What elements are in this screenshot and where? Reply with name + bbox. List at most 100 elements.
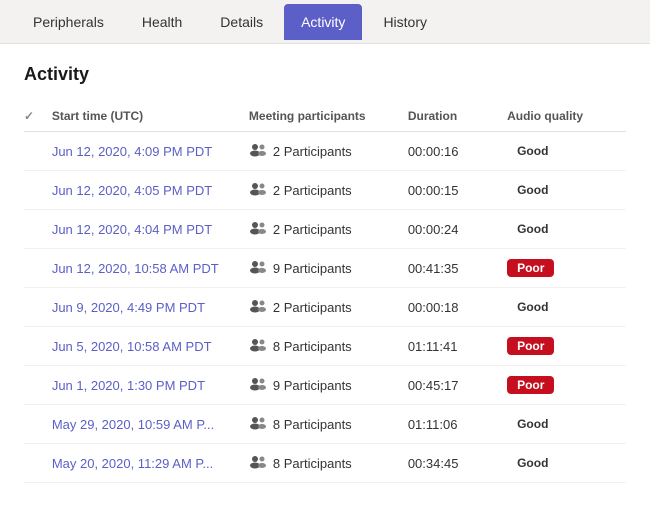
row-participants: 9 Participants (249, 366, 408, 405)
quality-badge: Good (507, 142, 558, 160)
start-time-link[interactable]: Jun 12, 2020, 4:04 PM PDT (52, 222, 212, 237)
participants-icon (249, 221, 267, 238)
table-row: Jun 1, 2020, 1:30 PM PDT 9 Participants 0… (24, 366, 626, 405)
row-duration: 00:45:17 (408, 366, 507, 405)
participants-icon (249, 377, 267, 394)
row-start-time: Jun 12, 2020, 4:05 PM PDT (52, 171, 249, 210)
start-time-link[interactable]: Jun 12, 2020, 4:09 PM PDT (52, 144, 212, 159)
row-check (24, 288, 52, 327)
table-row: Jun 5, 2020, 10:58 AM PDT 8 Participants… (24, 327, 626, 366)
row-start-time: Jun 9, 2020, 4:49 PM PDT (52, 288, 249, 327)
row-quality: Good (507, 132, 626, 171)
row-start-time: Jun 12, 2020, 4:09 PM PDT (52, 132, 249, 171)
table-row: May 20, 2020, 11:29 AM P... 8 Participan… (24, 444, 626, 483)
row-check (24, 132, 52, 171)
tab-details[interactable]: Details (203, 4, 280, 40)
row-participants: 2 Participants (249, 171, 408, 210)
row-participants: 2 Participants (249, 132, 408, 171)
participants-count: 2 Participants (273, 222, 352, 237)
tab-health[interactable]: Health (125, 4, 199, 40)
row-duration: 01:11:41 (408, 327, 507, 366)
row-duration: 00:34:45 (408, 444, 507, 483)
participants-icon (249, 416, 267, 433)
row-check (24, 327, 52, 366)
start-time-column-header: Start time (UTC) (52, 101, 249, 132)
row-duration: 00:41:35 (408, 249, 507, 288)
table-row: Jun 12, 2020, 4:04 PM PDT 2 Participants… (24, 210, 626, 249)
start-time-link[interactable]: Jun 1, 2020, 1:30 PM PDT (52, 378, 205, 393)
row-participants: 2 Participants (249, 288, 408, 327)
activity-table: ✓ Start time (UTC) Meeting participants … (24, 101, 626, 483)
table-row: Jun 12, 2020, 4:05 PM PDT 2 Participants… (24, 171, 626, 210)
start-time-link[interactable]: Jun 12, 2020, 10:58 AM PDT (52, 261, 219, 276)
participants-icon (249, 260, 267, 277)
check-column-header: ✓ (24, 101, 52, 132)
row-participants: 8 Participants (249, 444, 408, 483)
table-body: Jun 12, 2020, 4:09 PM PDT 2 Participants… (24, 132, 626, 483)
participants-count: 9 Participants (273, 261, 352, 276)
start-time-link[interactable]: May 20, 2020, 11:29 AM P... (52, 456, 213, 471)
page-title: Activity (24, 64, 626, 85)
row-start-time: Jun 12, 2020, 10:58 AM PDT (52, 249, 249, 288)
app-container: PeripheralsHealthDetailsActivityHistory … (0, 0, 650, 510)
row-quality: Good (507, 288, 626, 327)
row-check (24, 210, 52, 249)
row-check (24, 171, 52, 210)
row-quality: Poor (507, 327, 626, 366)
row-duration: 00:00:15 (408, 171, 507, 210)
row-check (24, 249, 52, 288)
participants-icon (249, 182, 267, 199)
participants-count: 8 Participants (273, 339, 352, 354)
tab-activity[interactable]: Activity (284, 4, 362, 40)
quality-badge: Good (507, 220, 558, 238)
participants-icon (249, 299, 267, 316)
table-header: ✓ Start time (UTC) Meeting participants … (24, 101, 626, 132)
row-quality: Good (507, 171, 626, 210)
row-start-time: Jun 5, 2020, 10:58 AM PDT (52, 327, 249, 366)
quality-badge: Poor (507, 337, 554, 355)
quality-badge: Good (507, 415, 558, 433)
tab-history[interactable]: History (366, 4, 444, 40)
row-duration: 01:11:06 (408, 405, 507, 444)
start-time-link[interactable]: Jun 9, 2020, 4:49 PM PDT (52, 300, 205, 315)
row-participants: 8 Participants (249, 405, 408, 444)
row-participants: 8 Participants (249, 327, 408, 366)
quality-badge: Good (507, 181, 558, 199)
participants-icon (249, 143, 267, 160)
start-time-link[interactable]: Jun 12, 2020, 4:05 PM PDT (52, 183, 212, 198)
row-check (24, 405, 52, 444)
participants-count: 8 Participants (273, 417, 352, 432)
row-duration: 00:00:16 (408, 132, 507, 171)
table-row: Jun 12, 2020, 10:58 AM PDT 9 Participant… (24, 249, 626, 288)
row-check (24, 366, 52, 405)
row-start-time: May 29, 2020, 10:59 AM P... (52, 405, 249, 444)
table-row: Jun 9, 2020, 4:49 PM PDT 2 Participants 0… (24, 288, 626, 327)
table-row: May 29, 2020, 10:59 AM P... 8 Participan… (24, 405, 626, 444)
start-time-link[interactable]: May 29, 2020, 10:59 AM P... (52, 417, 214, 432)
table-row: Jun 12, 2020, 4:09 PM PDT 2 Participants… (24, 132, 626, 171)
participants-column-header: Meeting participants (249, 101, 408, 132)
row-duration: 00:00:24 (408, 210, 507, 249)
start-time-link[interactable]: Jun 5, 2020, 10:58 AM PDT (52, 339, 212, 354)
row-quality: Good (507, 444, 626, 483)
participants-icon (249, 338, 267, 355)
quality-badge: Poor (507, 259, 554, 277)
row-check (24, 444, 52, 483)
row-start-time: Jun 12, 2020, 4:04 PM PDT (52, 210, 249, 249)
duration-column-header: Duration (408, 101, 507, 132)
row-duration: 00:00:18 (408, 288, 507, 327)
tab-peripherals[interactable]: Peripherals (16, 4, 121, 40)
row-quality: Good (507, 210, 626, 249)
quality-badge: Poor (507, 376, 554, 394)
quality-column-header: Audio quality (507, 101, 626, 132)
participants-count: 9 Participants (273, 378, 352, 393)
row-quality: Poor (507, 366, 626, 405)
row-quality: Good (507, 405, 626, 444)
row-start-time: Jun 1, 2020, 1:30 PM PDT (52, 366, 249, 405)
main-content: Activity ✓ Start time (UTC) Meeting part… (0, 44, 650, 510)
participants-icon (249, 455, 267, 472)
participants-count: 2 Participants (273, 300, 352, 315)
participants-count: 2 Participants (273, 183, 352, 198)
row-participants: 2 Participants (249, 210, 408, 249)
quality-badge: Good (507, 454, 558, 472)
